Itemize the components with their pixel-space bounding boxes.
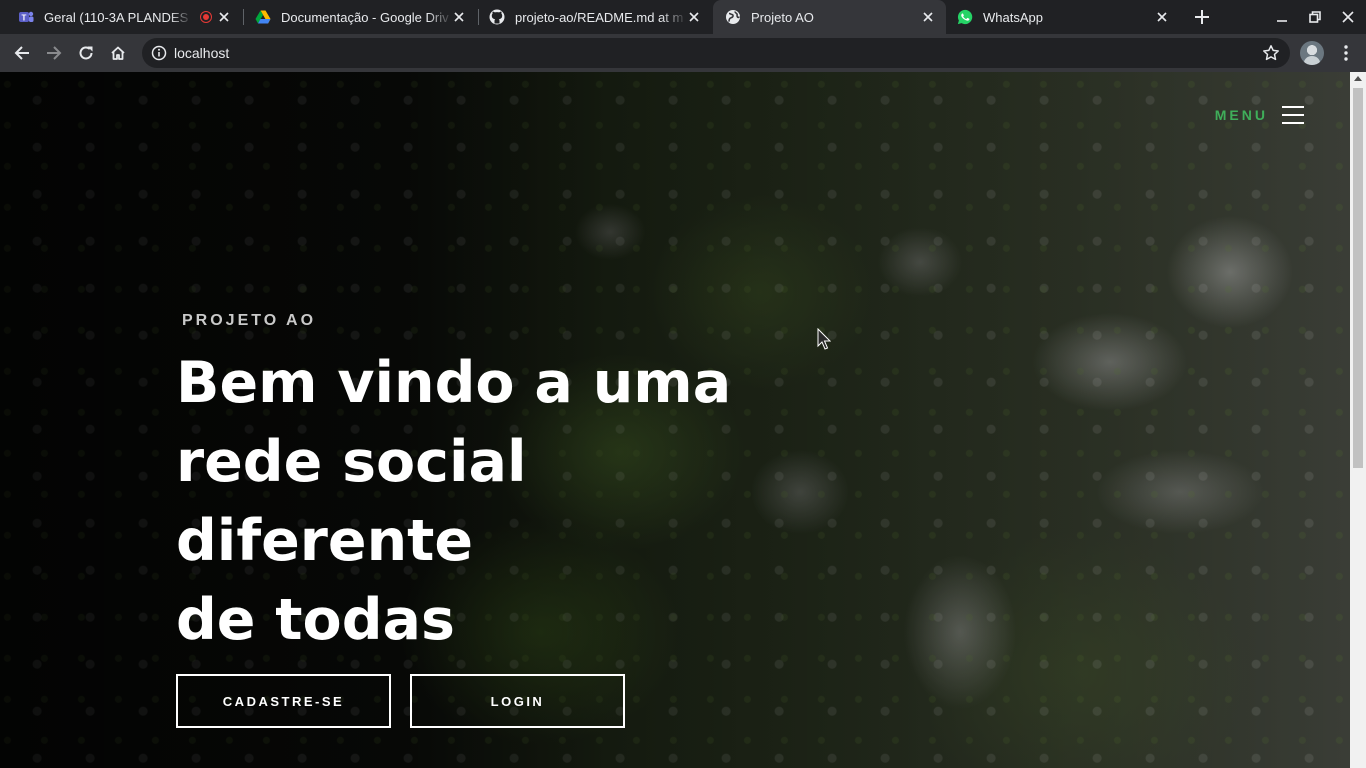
login-button[interactable]: LOGIN <box>410 674 625 728</box>
page-scrollbar[interactable] <box>1350 72 1366 768</box>
tab-projeto-ao[interactable]: Projeto AO <box>713 0 946 34</box>
new-tab-button[interactable] <box>1192 7 1212 27</box>
tab-title: Documentação - Google Driv <box>281 9 449 25</box>
hero-eyebrow: PROJETO AO <box>182 312 317 329</box>
close-tab-icon[interactable] <box>451 9 467 25</box>
mouse-pointer-icon <box>817 327 832 355</box>
tab-whatsapp[interactable]: WhatsApp <box>947 0 1180 34</box>
close-tab-icon[interactable] <box>920 9 936 25</box>
hero-section: PROJETO AO Bem vindo a uma rede social d… <box>176 312 816 660</box>
tab-title: WhatsApp <box>983 9 1043 25</box>
close-tab-icon[interactable] <box>686 9 702 25</box>
browser-toolbar: localhost <box>0 34 1366 72</box>
restore-window-icon[interactable] <box>1305 7 1325 27</box>
svg-text:T: T <box>22 13 27 22</box>
hamburger-icon[interactable] <box>1282 106 1304 124</box>
recording-indicator-icon <box>200 11 212 23</box>
headline-line: de todas <box>176 587 455 653</box>
reload-icon[interactable] <box>74 41 98 65</box>
tab-title: projeto-ao/README.md at m <box>515 9 684 25</box>
teams-icon: T <box>18 9 34 25</box>
back-arrow-icon[interactable] <box>10 41 34 65</box>
tab-title: Projeto AO <box>751 9 814 25</box>
google-drive-icon <box>255 9 271 25</box>
signup-button[interactable]: CADASTRE-SE <box>176 674 391 728</box>
home-icon[interactable] <box>106 41 130 65</box>
tab-teams[interactable]: T Geral (110-3A PLANDES T <box>0 0 242 34</box>
forward-arrow-icon[interactable] <box>42 41 66 65</box>
globe-icon <box>725 9 741 25</box>
bookmark-star-icon[interactable] <box>1262 44 1280 62</box>
tab-google-drive[interactable]: Documentação - Google Driv <box>244 0 477 34</box>
close-window-icon[interactable] <box>1338 7 1358 27</box>
close-tab-icon[interactable] <box>1154 9 1170 25</box>
more-options-icon[interactable] <box>1334 41 1358 65</box>
site-info-icon[interactable] <box>151 45 167 61</box>
tab-github[interactable]: projeto-ao/README.md at m <box>479 0 712 34</box>
headline-line: Bem vindo a uma <box>176 350 732 416</box>
profile-avatar[interactable] <box>1300 41 1324 65</box>
hero-headline: Bem vindo a uma rede social diferente de… <box>176 344 816 660</box>
close-tab-icon[interactable] <box>216 9 232 25</box>
menu-toggle[interactable]: MENU <box>1215 106 1304 124</box>
minimize-window-icon[interactable] <box>1272 7 1292 27</box>
address-bar[interactable]: localhost <box>142 38 1290 68</box>
page-viewport: MENU PROJETO AO Bem vindo a uma rede soc… <box>0 72 1350 768</box>
scroll-up-arrow-icon[interactable] <box>1354 76 1362 81</box>
menu-label[interactable]: MENU <box>1215 107 1268 123</box>
github-icon <box>489 9 505 25</box>
whatsapp-icon <box>957 9 973 25</box>
headline-line: rede social diferente <box>176 429 527 574</box>
url-text[interactable]: localhost <box>174 45 229 61</box>
browser-tab-strip: T Geral (110-3A PLANDES T Documentação -… <box>0 0 1366 34</box>
tab-title: Geral (110-3A PLANDES T <box>44 9 192 25</box>
scrollbar-thumb[interactable] <box>1353 88 1363 468</box>
